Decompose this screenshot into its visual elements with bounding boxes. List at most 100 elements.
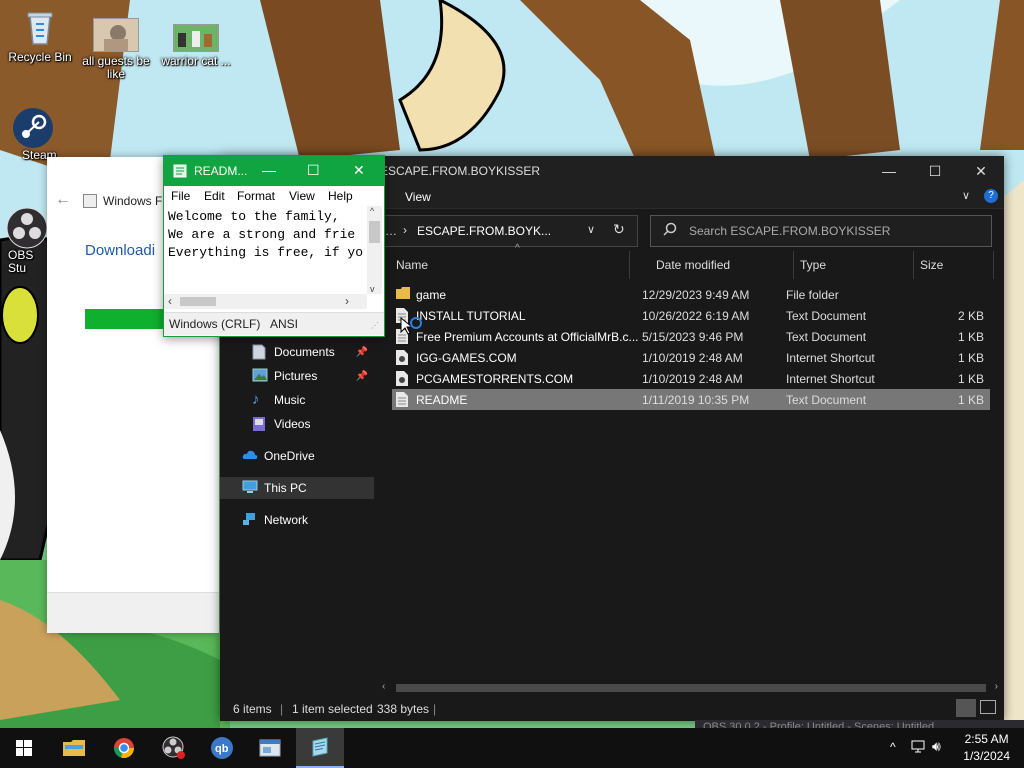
notepad-horizontal-scrollbar[interactable]: ‹ › (164, 294, 367, 309)
minimize-button[interactable]: — (262, 162, 276, 178)
desktop-icon-recycle-bin[interactable]: Recycle Bin (0, 8, 80, 64)
clock-date: 1/3/2024 (963, 749, 1010, 763)
desktop-icon-label: OBS Stu (8, 248, 34, 275)
breadcrumb-chevron-icon: › (403, 223, 407, 237)
image-thumbnail-icon (173, 24, 219, 52)
nav-item-videos[interactable]: Videos (220, 413, 374, 435)
start-button[interactable] (0, 728, 48, 768)
svg-text:qb: qb (215, 743, 229, 755)
nav-item-documents[interactable]: Documents 📌 (220, 341, 374, 363)
desktop-icon-warrior-cat[interactable]: warrior cat ... (156, 24, 236, 68)
pin-icon[interactable]: 📌 (356, 371, 368, 382)
explorer-status-bar: 6 items | 1 item selected 338 bytes | (220, 697, 1004, 721)
file-name: IGG-GAMES.COM (416, 351, 517, 365)
menu-edit[interactable]: Edit (204, 189, 225, 203)
scroll-down-arrow-icon[interactable]: v (370, 284, 375, 294)
notepad-titlebar[interactable]: READM... — ☐ ✕ (164, 156, 384, 186)
search-input[interactable] (687, 223, 981, 239)
desktop-icon-all-guests[interactable]: all guests be like (76, 18, 156, 81)
resize-grip-icon[interactable]: ⋰ (371, 321, 379, 330)
scroll-up-arrow-icon[interactable]: ^ (370, 206, 374, 216)
scroll-left-arrow-icon[interactable]: ‹ (382, 681, 385, 692)
back-arrow-icon[interactable]: ← (55, 191, 71, 209)
onedrive-cloud-icon (242, 448, 258, 464)
scrollbar-thumb[interactable] (396, 684, 986, 692)
notepad-window[interactable]: READM... — ☐ ✕ File Edit Format View Hel… (163, 155, 385, 337)
breadcrumb-overflow-icon[interactable]: … (385, 224, 397, 238)
maximize-button[interactable]: ☐ (912, 156, 958, 186)
close-button[interactable]: ✕ (353, 162, 365, 179)
pin-icon[interactable]: 📌 (356, 347, 368, 358)
scrollbar-thumb[interactable] (180, 297, 216, 306)
large-icons-view-button[interactable] (980, 700, 996, 714)
file-size: 1 KB (957, 393, 984, 407)
nav-item-label: This PC (264, 481, 307, 495)
nav-item-label: Network (264, 513, 309, 527)
scroll-right-arrow-icon[interactable]: › (995, 681, 998, 692)
column-header-label: Size (920, 258, 944, 272)
column-header-size[interactable]: Size (916, 251, 994, 279)
nav-item-pictures[interactable]: Pictures 📌 (220, 365, 374, 387)
file-size: 2 KB (957, 309, 984, 323)
notepad-vertical-scrollbar[interactable]: ^ v (367, 206, 382, 294)
column-header-date[interactable]: Date modified (652, 251, 794, 279)
help-icon[interactable]: ? (984, 189, 998, 203)
file-explorer-icon (63, 740, 85, 756)
horizontal-scrollbar[interactable]: ‹ › (378, 681, 1004, 695)
taskbar-installer-app[interactable] (246, 728, 294, 768)
ribbon-collapse-chevron-icon[interactable]: ∨ (962, 189, 970, 202)
taskbar-clock[interactable]: 2:55 AM 1/3/2024 (963, 731, 1010, 765)
file-row[interactable]: PCGAMESTORRENTS.COM 1/10/2019 2:48 AM In… (392, 368, 990, 389)
nav-item-label: Pictures (274, 369, 318, 383)
address-dropdown-chevron-icon[interactable]: ∨ (587, 223, 595, 236)
installer-app-icon (83, 194, 97, 208)
taskbar-file-explorer[interactable] (50, 728, 98, 768)
nav-item-network[interactable]: Network (220, 509, 374, 531)
file-row[interactable]: Free Premium Accounts at OfficialMrB.c..… (392, 326, 990, 347)
file-date: 1/10/2019 2:48 AM (642, 372, 743, 386)
address-path[interactable]: ESCAPE.FROM.BOYK... (417, 224, 551, 238)
internet-shortcut-icon (396, 371, 410, 386)
ribbon-tab-view[interactable]: View (405, 190, 431, 204)
text-document-icon (396, 392, 410, 407)
column-header-type[interactable]: Type (796, 251, 914, 279)
notepad-text-area[interactable]: Welcome to the family, We are a strong an… (168, 208, 366, 292)
tray-overflow-chevron-icon[interactable]: ^ (890, 740, 896, 754)
details-view-button[interactable] (956, 699, 976, 717)
taskbar-qbittorrent[interactable]: qb (198, 728, 246, 768)
mouse-cursor-busy-icon (400, 316, 422, 342)
network-status-icon[interactable] (910, 740, 926, 757)
taskbar-chrome[interactable] (100, 728, 148, 768)
file-row[interactable]: game 12/29/2023 9:49 AM File folder (392, 284, 990, 305)
scroll-left-arrow-icon[interactable]: ‹ (168, 294, 172, 308)
menu-help[interactable]: Help (328, 189, 353, 203)
column-header-label: Type (800, 258, 827, 272)
search-box[interactable] (650, 215, 992, 247)
file-row[interactable]: INSTALL TUTORIAL 10/26/2022 6:19 AM Text… (392, 305, 990, 326)
menu-view[interactable]: View (289, 189, 315, 203)
taskbar-notepad[interactable] (296, 728, 344, 768)
minimize-button[interactable]: — (866, 156, 912, 186)
column-header-label: Name (396, 258, 429, 272)
pictures-icon (252, 368, 268, 384)
nav-item-this-pc[interactable]: This PC (220, 477, 374, 499)
nav-item-music[interactable]: ♪ Music (220, 389, 374, 411)
file-row-selected[interactable]: README 1/11/2019 10:35 PM Text Document … (392, 389, 990, 410)
address-bar[interactable]: … › ESCAPE.FROM.BOYK... ∨ ↻ (380, 215, 638, 247)
maximize-button[interactable]: ☐ (307, 162, 320, 179)
volume-icon[interactable]: 🔊︎ (932, 738, 941, 755)
file-date: 12/29/2023 9:49 AM (642, 288, 750, 302)
nav-item-onedrive[interactable]: OneDrive (220, 445, 374, 467)
desktop-icon-obs[interactable]: OBS Stu (0, 206, 50, 275)
desktop-icon-steam[interactable]: Steam (0, 106, 62, 162)
taskbar-obs-recording[interactable] (150, 728, 198, 768)
close-button[interactable]: ✕ (958, 156, 1004, 186)
scroll-right-arrow-icon[interactable]: › (345, 294, 349, 308)
menu-format[interactable]: Format (237, 189, 275, 203)
file-row[interactable]: IGG-GAMES.COM 1/10/2019 2:48 AM Internet… (392, 347, 990, 368)
scrollbar-thumb[interactable] (369, 221, 380, 243)
column-header-name[interactable]: Name (392, 251, 630, 279)
refresh-icon[interactable]: ↻ (613, 221, 625, 238)
menu-file[interactable]: File (171, 189, 190, 203)
desktop-icon-label: all guests be like (82, 54, 150, 81)
